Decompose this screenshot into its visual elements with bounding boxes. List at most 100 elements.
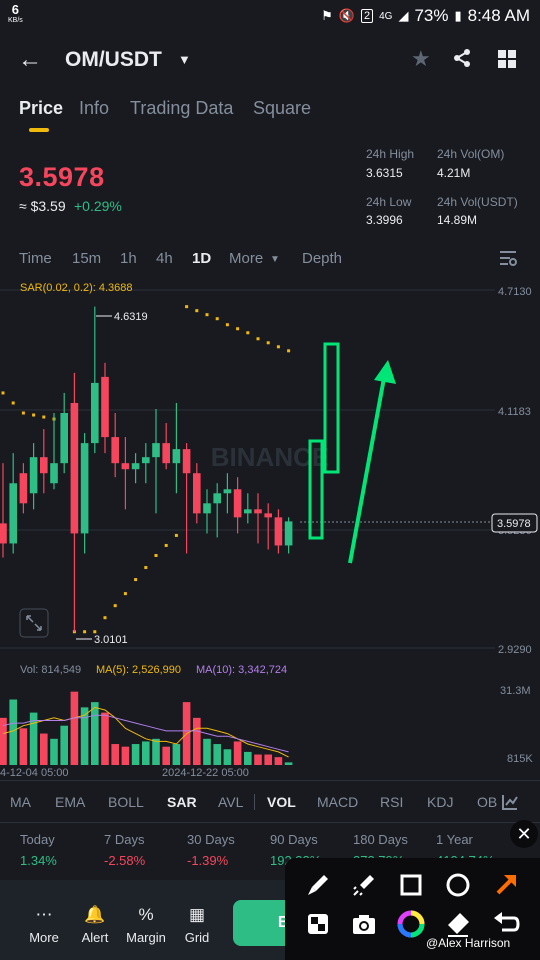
- fullscreen-button[interactable]: [19, 608, 49, 638]
- volume-bar: [244, 751, 252, 765]
- grid-icon[interactable]: [498, 50, 516, 68]
- tab-info[interactable]: Info: [79, 98, 109, 119]
- sar-dot: [287, 349, 291, 353]
- camera-icon[interactable]: [348, 908, 380, 940]
- candle-body: [101, 376, 109, 438]
- price-change-percent: +0.29%: [74, 198, 122, 214]
- clock: 8:48 AM: [467, 6, 530, 25]
- arrow-icon[interactable]: [490, 869, 522, 901]
- chart-settings-icon[interactable]: [499, 250, 517, 266]
- high-label: 24h High: [366, 147, 415, 161]
- sar-dot: [32, 413, 36, 417]
- sar-dot: [236, 327, 240, 331]
- perf-label-1y: 1 Year: [436, 832, 473, 847]
- nav-alert[interactable]: 🔔 Alert: [71, 905, 119, 945]
- vol-om-label: 24h Vol(OM): [437, 147, 505, 161]
- indicator-ema[interactable]: EMA: [55, 794, 85, 810]
- candle-body: [121, 463, 130, 470]
- candle-body: [19, 473, 28, 504]
- divider: [0, 780, 540, 781]
- share-icon[interactable]: [452, 48, 472, 68]
- color-wheel-icon[interactable]: [395, 908, 427, 940]
- nav-more-label: More: [29, 930, 59, 945]
- volume-bar: [40, 733, 48, 765]
- current-price-tag: 3.5978: [497, 518, 531, 530]
- volume-bar: [162, 746, 170, 765]
- back-arrow-icon[interactable]: ←: [18, 46, 42, 74]
- ma10-legend: MA(10): 3,342,724: [196, 664, 287, 676]
- sar-dot: [205, 313, 209, 317]
- indicator-rsi[interactable]: RSI: [380, 794, 403, 810]
- battery-percent: 73%: [414, 6, 449, 25]
- indicator-obv[interactable]: OB: [477, 794, 497, 810]
- star-icon[interactable]: ★: [411, 46, 431, 72]
- annotation-arrow-shaft: [348, 377, 386, 564]
- last-price: 3.5978: [19, 162, 105, 192]
- pair-title[interactable]: OM/USDT: [65, 48, 162, 72]
- indicator-settings-icon[interactable]: [502, 794, 518, 810]
- chevron-down-icon[interactable]: ▼: [178, 52, 191, 67]
- mosaic-icon[interactable]: [302, 908, 334, 940]
- volume-bar: [70, 691, 79, 765]
- candle-body: [131, 463, 140, 470]
- candle-body: [172, 449, 181, 464]
- indicator-kdj[interactable]: KDJ: [427, 794, 453, 810]
- chevron-down-icon[interactable]: ▼: [270, 254, 280, 265]
- grid-bot-icon: ▦: [188, 905, 206, 924]
- interval-15m[interactable]: 15m: [72, 250, 101, 267]
- volume-bar: [233, 741, 242, 765]
- sar-dot: [1, 391, 5, 395]
- sar-dot: [144, 566, 148, 570]
- circle-icon[interactable]: [442, 869, 474, 901]
- price-chart[interactable]: BINANCE SAR(0.02, 0.2): 4.3688 4.7130 4.…: [0, 278, 540, 778]
- volume-bar: [131, 744, 140, 765]
- candle-body: [223, 489, 232, 494]
- candle-body: [152, 443, 160, 458]
- tab-square[interactable]: Square: [253, 98, 311, 119]
- indicator-boll[interactable]: BOLL: [108, 794, 144, 810]
- indicator-macd[interactable]: MACD: [317, 794, 358, 810]
- interval-1d[interactable]: 1D: [192, 250, 211, 267]
- indicator-sar[interactable]: SAR: [167, 794, 197, 810]
- nav-margin[interactable]: % Margin: [122, 905, 170, 945]
- volume-bar: [223, 749, 232, 765]
- min-price-label: 3.0101: [94, 634, 128, 646]
- candle-body: [182, 449, 191, 474]
- status-bar: 6 KB/s ⚑ 🔇 2 4G ◢ 73% ▮ 8:48 AM: [0, 0, 540, 32]
- annotation-arrow-head: [374, 360, 396, 384]
- candle-body: [233, 489, 242, 518]
- sar-dot: [185, 305, 189, 309]
- candle-body: [0, 523, 7, 544]
- rectangle-icon[interactable]: [395, 869, 427, 901]
- nav-grid[interactable]: ▦ Grid: [173, 905, 221, 945]
- highlighter-icon[interactable]: [348, 869, 380, 901]
- brush-icon[interactable]: [302, 869, 334, 901]
- bell-icon: 🔔: [84, 905, 106, 924]
- interval-1h[interactable]: 1h: [120, 250, 137, 267]
- interval-depth[interactable]: Depth: [302, 250, 342, 267]
- indicator-avl[interactable]: AVL: [218, 794, 243, 810]
- author-watermark: @Alex Harrison: [426, 936, 511, 950]
- interval-time[interactable]: Time: [19, 250, 52, 267]
- sar-dot: [246, 331, 250, 335]
- perf-label-7d: 7 Days: [104, 832, 145, 847]
- interval-more[interactable]: More: [229, 250, 263, 267]
- indicator-vol[interactable]: VOL: [267, 794, 296, 810]
- tab-price[interactable]: Price: [19, 98, 63, 119]
- indicator-ma[interactable]: MA: [10, 794, 31, 810]
- sar-dot: [215, 317, 219, 321]
- sar-dot: [103, 616, 107, 620]
- sar-dot: [21, 411, 25, 415]
- volume-bar: [101, 712, 109, 765]
- nav-more[interactable]: ⋯ More: [20, 905, 68, 945]
- close-icon[interactable]: ✕: [510, 820, 538, 848]
- volume-bar: [142, 741, 150, 765]
- max-price-label: 4.6319: [114, 311, 148, 323]
- perf-label-180d: 180 Days: [353, 832, 408, 847]
- pair-header: ← OM/USDT ▼ ★: [0, 32, 540, 88]
- interval-4h[interactable]: 4h: [156, 250, 173, 267]
- network-speed: 6 KB/s: [8, 3, 23, 26]
- tab-trading-data[interactable]: Trading Data: [130, 98, 233, 119]
- vol-om-value: 4.21M: [437, 166, 471, 180]
- candle-body: [254, 509, 262, 514]
